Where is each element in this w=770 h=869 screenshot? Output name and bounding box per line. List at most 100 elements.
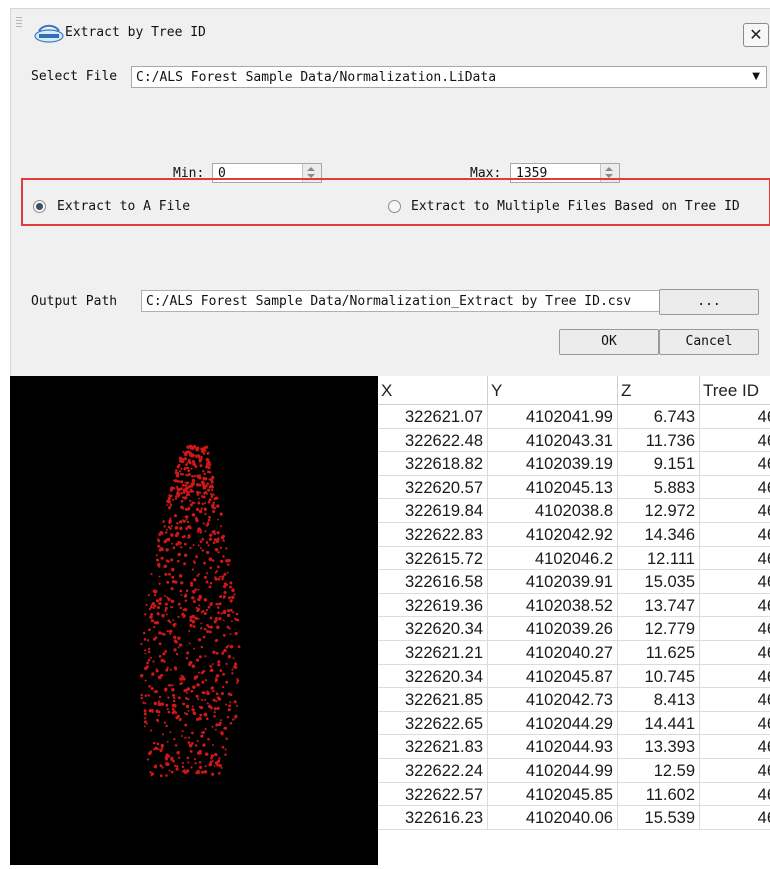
table-cell: 46	[757, 761, 770, 780]
table-cell: 4102044.29	[488, 711, 618, 735]
table-cell: 14.346	[618, 522, 700, 546]
spin-up-icon[interactable]	[307, 167, 315, 171]
table-cell: 13.393	[618, 735, 700, 759]
table-cell: 4102038.52	[488, 593, 618, 617]
table-cell: 46	[757, 785, 770, 804]
table-cell: 46	[757, 809, 770, 828]
table-row[interactable]: 322622.484102043.3111.736 46	[378, 428, 770, 453]
table-cell: 12.779	[618, 617, 700, 641]
table-body: 322621.074102041.996.74346322622.4841020…	[378, 405, 770, 830]
cancel-button[interactable]: Cancel	[659, 329, 759, 355]
table-row[interactable]: 322621.834102044.9313.393 46	[378, 735, 770, 759]
table-cell: 46	[757, 431, 770, 450]
app-logo-icon	[34, 24, 64, 43]
table-cell: 4102039.26	[488, 617, 618, 641]
table-row[interactable]: 322621.854102042.738.413 46	[378, 688, 770, 712]
table-cell: 4102042.92	[488, 522, 618, 546]
table-cell: 4102039.91	[488, 570, 618, 594]
table-cell: 11.602	[618, 782, 700, 806]
table-cell: 322622.48	[378, 428, 488, 452]
column-header-y[interactable]: Y	[488, 376, 618, 404]
table-cell: 322622.24	[378, 758, 488, 782]
table-cell: 322621.83	[378, 735, 488, 759]
table-cell: 46	[757, 549, 770, 568]
table-cell: 8.413	[618, 688, 700, 712]
table-cell: 46	[757, 643, 770, 662]
radio-extract-single-label[interactable]: Extract to A File	[57, 199, 190, 214]
table-cell: 12.59	[618, 758, 700, 782]
table-cell: 9.151	[618, 452, 700, 476]
table-cell: 4102045.87	[488, 664, 618, 688]
table-cell: 6.743	[618, 405, 700, 428]
table-cell: 14.441	[618, 711, 700, 735]
table-row[interactable]: 322616.584102039.9115.035 46	[378, 570, 770, 594]
table-cell: 15.539	[618, 806, 700, 830]
table-cell: 322622.65	[378, 711, 488, 735]
table-cell: 322618.82	[378, 452, 488, 476]
table-cell: 13.747	[618, 593, 700, 617]
table-cell: 46	[757, 738, 770, 757]
table-cell: 46	[757, 714, 770, 733]
table-cell: 10.745	[618, 664, 700, 688]
table-cell: 11.736	[618, 428, 700, 452]
table-cell: 4102042.73	[488, 688, 618, 712]
table-row[interactable]: 322621.214102040.2711.625 46	[378, 640, 770, 665]
table-row[interactable]: 322621.074102041.996.743 46	[378, 405, 770, 429]
table-cell: 46	[757, 525, 770, 544]
table-cell: 46	[757, 478, 770, 497]
table-cell: 322620.34	[378, 617, 488, 641]
table-cell: 5.883	[618, 475, 700, 499]
table-cell: 46	[757, 691, 770, 710]
ok-button[interactable]: OK	[559, 329, 659, 355]
table-cell: 322621.85	[378, 688, 488, 712]
column-header-tree-id[interactable]: Tree ID	[700, 376, 770, 404]
table-cell: 322622.57	[378, 782, 488, 806]
output-path-label: Output Path	[31, 294, 118, 309]
table-row[interactable]: 322622.574102045.8511.602 46	[378, 782, 770, 807]
spin-up-icon[interactable]	[605, 167, 613, 171]
point-cloud-canvas[interactable]	[10, 376, 378, 865]
table-row[interactable]: 322622.244102044.9912.59 46	[378, 758, 770, 783]
table-cell: 322619.36	[378, 593, 488, 617]
radio-extract-single[interactable]	[33, 200, 46, 213]
title-bar: Extract by Tree ID ✕	[11, 9, 770, 53]
table-row[interactable]: 322615.724102046.212.111 46	[378, 546, 770, 571]
column-header-x[interactable]: X	[378, 376, 488, 404]
close-button[interactable]: ✕	[743, 23, 769, 47]
table-cell: 11.625	[618, 640, 700, 664]
table-row[interactable]: 322619.844102038.812.972 46	[378, 499, 770, 523]
table-cell: 15.035	[618, 570, 700, 594]
table-cell: 322616.58	[378, 570, 488, 594]
table-cell: 4102045.13	[488, 475, 618, 499]
table-row[interactable]: 322618.824102039.199.151 46	[378, 452, 770, 476]
drag-grip-icon[interactable]	[16, 17, 22, 27]
table-row[interactable]: 322622.654102044.2914.441 46	[378, 711, 770, 736]
table-cell: 46	[757, 408, 770, 426]
radio-extract-multiple[interactable]	[388, 200, 401, 213]
dropdown-arrow-icon: ▼	[752, 71, 760, 82]
table-cell: 322616.23	[378, 806, 488, 830]
table-cell: 322615.72	[378, 546, 488, 570]
browse-button[interactable]: ...	[659, 289, 759, 315]
table-cell: 4102039.19	[488, 452, 618, 476]
output-path-input[interactable]: C:/ALS Forest Sample Data/Normalization_…	[141, 290, 661, 312]
table-header: X Y Z Tree ID	[378, 376, 770, 405]
table-cell: 4102043.31	[488, 428, 618, 452]
point-data-table[interactable]: X Y Z Tree ID 322621.074102041.996.743 46…	[378, 376, 770, 865]
table-row[interactable]: 322616.234102040.0615.539 46	[378, 806, 770, 830]
table-row[interactable]: 322622.834102042.9214.346 46	[378, 522, 770, 547]
table-cell: 4102038.8	[488, 499, 618, 523]
close-icon: ✕	[749, 25, 763, 44]
select-file-dropdown[interactable]: C:/ALS Forest Sample Data/Normalization.…	[131, 66, 767, 88]
table-row[interactable]: 322620.344102045.8710.745 46	[378, 664, 770, 689]
point-cloud-viewer[interactable]	[10, 376, 378, 865]
table-row[interactable]: 322620.344102039.2612.779 46	[378, 617, 770, 641]
radio-extract-multiple-label[interactable]: Extract to Multiple Files Based on Tree …	[411, 199, 740, 214]
column-header-z[interactable]: Z	[618, 376, 700, 404]
table-row[interactable]: 322620.574102045.135.883 46	[378, 475, 770, 500]
table-cell: 4102041.99	[488, 405, 618, 428]
table-cell: 4102040.06	[488, 806, 618, 830]
table-cell: 4102044.93	[488, 735, 618, 759]
table-row[interactable]: 322619.364102038.5213.747 46	[378, 593, 770, 618]
table-cell: 4102040.27	[488, 640, 618, 664]
